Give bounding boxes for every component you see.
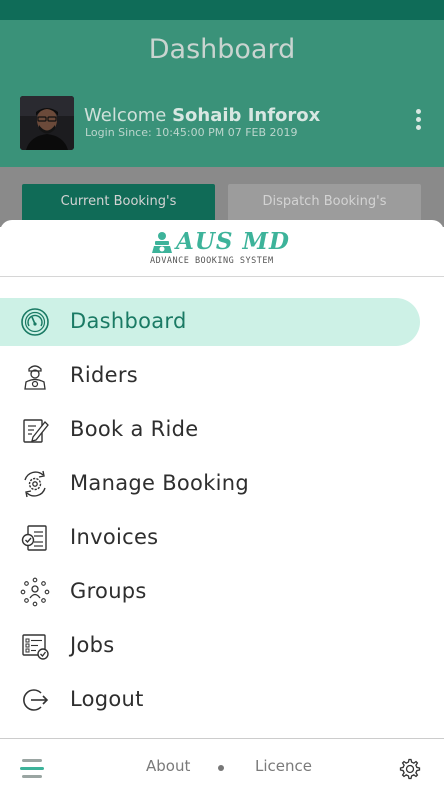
menu-label-groups: Groups	[70, 579, 147, 603]
menu-item-logout[interactable]: Logout	[0, 676, 420, 724]
more-options-icon[interactable]	[408, 106, 428, 140]
licence-link[interactable]: Licence	[255, 757, 312, 775]
menu-label-logout: Logout	[70, 687, 144, 711]
logo-brand-text: AUS MD	[176, 228, 290, 255]
menu-item-jobs[interactable]: Jobs	[0, 622, 420, 670]
group-network-icon	[20, 577, 50, 607]
drawer-footer: About Licence	[0, 738, 444, 800]
footer-separator-dot	[218, 765, 224, 771]
about-link[interactable]: About	[146, 757, 190, 775]
menu-label-riders: Riders	[70, 363, 139, 387]
login-since-text: Login Since: 10:45:00 PM 07 FEB 2019	[85, 126, 298, 139]
logout-icon	[23, 689, 49, 711]
avatar[interactable]	[20, 96, 74, 150]
tab-current-bookings[interactable]: Current Booking's	[22, 184, 215, 224]
tab-dispatch-bookings[interactable]: Dispatch Booking's	[228, 184, 421, 224]
menu-item-riders[interactable]: Riders	[0, 352, 420, 400]
menu-label-manage-booking: Manage Booking	[70, 471, 250, 495]
invoice-check-icon	[21, 525, 47, 551]
menu-item-groups[interactable]: Groups	[0, 568, 420, 616]
gear-cycle-icon	[24, 470, 46, 498]
settings-gear-icon[interactable]	[398, 757, 422, 781]
navigation-drawer: AUS MD ADVANCE BOOKING SYSTEM Dashboard …	[0, 220, 444, 800]
app-header: Dashboard Welcome Sohaib Inforox Login S…	[0, 20, 444, 167]
edit-document-icon	[23, 419, 49, 443]
dashboard-gauge-icon	[21, 308, 49, 336]
welcome-text: Welcome Sohaib Inforox	[84, 105, 320, 126]
user-name: Sohaib Inforox	[172, 105, 321, 126]
menu-item-book-a-ride[interactable]: Book a Ride	[0, 406, 420, 454]
logo-subtitle: ADVANCE BOOKING SYSTEM	[150, 256, 274, 266]
app-logo: AUS MD ADVANCE BOOKING SYSTEM	[150, 228, 300, 268]
welcome-prefix: Welcome	[84, 105, 167, 126]
page-title: Dashboard	[148, 34, 296, 65]
menu-label-invoices: Invoices	[70, 525, 159, 549]
menu-item-manage-booking[interactable]: Manage Booking	[0, 460, 420, 508]
menu-label-book-a-ride: Book a Ride	[70, 417, 199, 441]
rider-icon	[24, 365, 46, 390]
drawer-divider	[0, 276, 444, 277]
menu-toggle-icon[interactable]	[20, 759, 44, 779]
checklist-icon	[22, 634, 49, 660]
menu-label-jobs: Jobs	[70, 633, 115, 657]
menu-label-dashboard: Dashboard	[70, 309, 187, 333]
logo-driver-icon	[152, 232, 172, 253]
menu-item-dashboard[interactable]: Dashboard	[0, 298, 420, 346]
avatar-photo-icon	[20, 96, 74, 150]
menu-item-invoices[interactable]: Invoices	[0, 514, 420, 562]
status-bar	[0, 0, 444, 20]
